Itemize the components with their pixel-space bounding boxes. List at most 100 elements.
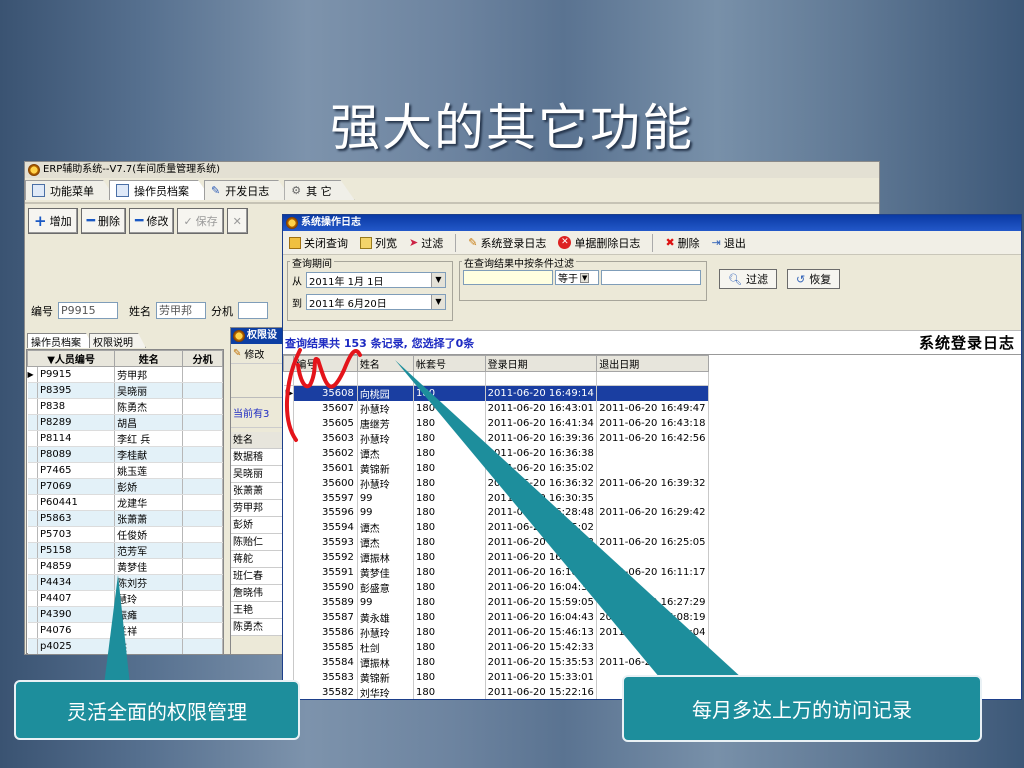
table-row[interactable]: P7465 姚玉莲 [27,462,223,479]
restore-button[interactable]: ↺ 恢复 [787,269,841,289]
filter-toolbar-button[interactable]: ➤ 过滤 [409,235,443,251]
table-row[interactable]: P5703 任俊娇 [27,526,223,543]
delete-button[interactable]: ━ 删除 [80,208,127,234]
tab-other[interactable]: ⚙ 其 它 [284,180,354,200]
save-button[interactable]: ✓ 保存 [177,208,224,234]
filter-field-select[interactable] [463,270,553,285]
table-row[interactable]: 35596 99 180 2011-06-20 16:28:48 2011-06-20 … [283,505,709,520]
log-col-header[interactable]: 登录日期 [484,355,598,372]
table-row[interactable]: P8114 李红 兵 [27,430,223,447]
from-date-picker[interactable]: 2011年 1月 1日 ▼ [306,272,446,288]
table-row[interactable]: P4407 慧玲 [27,590,223,607]
tab-dev-log[interactable]: ✎ 开发日志 [204,180,292,200]
perm-list-item[interactable]: 詹晓伟 [231,585,289,602]
table-row[interactable]: 35592 谭振林 180 2011-06-20 16:15:12 [283,550,709,565]
perm-list-item[interactable]: 数据稽 [231,449,289,466]
subtab-operator-records[interactable]: 操作员档案 [27,333,94,348]
table-row[interactable]: 35585 杜剑 180 2011-06-20 15:42:33 [283,639,709,655]
table-row[interactable]: 35594 谭杰 180 2011-06-20 16:25:02 [283,520,709,535]
perm-list-item[interactable]: 陈勇杰 [231,619,289,636]
table-row[interactable]: P7069 彭娇 [27,478,223,495]
table-row[interactable]: P4390 振瘫 [27,606,223,623]
table-row[interactable]: 35590 彭盛意 180 2011-06-20 16:04:31 [283,580,709,595]
table-row[interactable]: P5863 张萧萧 [27,510,223,527]
perm-col-header[interactable]: 姓名 [231,432,289,449]
subtab-permission-notes[interactable]: 权限说明 [89,333,146,348]
table-row[interactable]: P60441 龙建华 [27,494,223,511]
table-row[interactable]: P4076 兰祥 [27,622,223,639]
tab-operator-records[interactable]: 操作员档案 [109,180,212,200]
perm-list-item[interactable]: 劳甲邦 [231,500,289,517]
id-input[interactable]: P9915 [58,302,118,319]
filter-value-input[interactable] [601,270,701,285]
perm-list-item[interactable]: 彭娇 [231,517,289,534]
log-logout-cell [596,385,709,401]
perm-list-item[interactable]: 王艳 [231,602,289,619]
dropdown-arrow-icon: ▼ [580,272,590,283]
col-header-ext[interactable]: 分机 [182,350,223,367]
perm-list-item[interactable]: 班仁春 [231,568,289,585]
table-row[interactable]: P8289 胡昌 [27,414,223,431]
name-input[interactable]: 劳甲邦 [156,302,206,319]
table-row[interactable]: P838 陈勇杰 [27,398,223,415]
table-row[interactable]: P5158 范芳军 [27,542,223,559]
table-row[interactable]: 35607 孙慧玲 180 2011-06-20 16:43:01 2011-06-20… [283,401,709,416]
perm-list-item[interactable]: 张萧萧 [231,483,289,500]
table-row[interactable]: 35605 唐继芳 180 2011-06-20 16:41:34 2011-06-20… [283,416,709,431]
edit-button[interactable]: ━ 修改 [129,208,175,234]
table-row[interactable]: 35602 谭杰 180 2011-06-20 16:36:38 [283,446,709,461]
col-header-id[interactable]: ▼人员编号 [26,350,116,367]
table-row[interactable]: 35597 99 180 2011-06-20 16:30:35 [283,491,709,506]
cancel-button[interactable]: ✕ [226,208,248,234]
filter-cell[interactable] [596,371,709,386]
table-row[interactable]: 35587 黄永雄 180 2011-06-20 16:04:43 2011-06-20… [283,609,709,625]
delete-button[interactable]: ✖ 删除 [665,235,699,251]
filter-cell[interactable] [357,371,415,386]
filter-cell[interactable] [413,371,486,386]
perm-list-item[interactable]: 吴晓丽 [231,466,289,483]
login-log-button[interactable]: ✎ 系统登录日志 [468,235,546,251]
ext-input[interactable] [238,302,268,319]
filter-operator-select[interactable]: 等于 ▼ [555,270,599,285]
close-query-button[interactable]: 关闭查询 [289,235,348,251]
table-row[interactable]: 35584 谭振林 180 2011-06-20 15:35:53 2011-06-20… [283,654,709,670]
table-row[interactable]: P4434 陈刘芬 [27,574,223,591]
tab-function-menu[interactable]: 功能菜单 [25,180,117,200]
add-button[interactable]: + 增加 [28,208,78,234]
table-row[interactable]: P8395 吴晓丽 [27,382,223,399]
log-col-header[interactable]: 姓名 [356,355,415,372]
table-row[interactable]: 35586 孙慧玲 180 2011-06-20 15:46:13 2011-06-20… [283,624,709,640]
table-row[interactable]: ▶ 35608 向桃园 180 2011-06-20 16:49:14 [283,385,709,401]
table-row[interactable]: 35593 谭杰 180 2011-06-20 16:21:03 2011-06-20 … [283,535,709,550]
table-row[interactable]: P4859 黄梦佳 [27,558,223,575]
table-row[interactable]: 35600 孙慧玲 180 2011-06-20 16:36:32 2011-06-20… [283,476,709,491]
table-row[interactable]: P347杏珍 [28,655,223,656]
perm-list-item[interactable]: 陈贻仁 [231,534,289,551]
table-row[interactable]: 35589 99 180 2011-06-20 15:59:05 2011-06-20 … [283,595,709,610]
restore-icon: ↺ [796,272,806,286]
column-width-button[interactable]: 列宽 [360,235,397,251]
perm-list-item[interactable]: 蒋舵 [231,551,289,568]
operator-ext-cell [183,655,223,656]
col-header-name[interactable]: 姓名 [114,350,184,367]
filter-row[interactable] [283,371,709,386]
to-date-picker[interactable]: 2011年 6月20日 ▼ [306,294,446,310]
log-col-header[interactable]: 帐套号 [413,355,486,372]
exit-button[interactable]: ⇥ 退出 [712,235,746,251]
table-row[interactable]: P8089 李桂献 [27,446,223,463]
row-pointer-icon [27,382,38,399]
table-row[interactable]: ▶ P9915 劳甲邦 [27,366,223,383]
filter-cell[interactable] [283,371,295,386]
log-account-cell: 180 [413,535,486,550]
filter-cell[interactable] [293,371,358,386]
filter-cell[interactable] [485,371,598,386]
filter-button[interactable]: 🔍︎ 过滤 [719,269,777,289]
log-col-header[interactable]: 退出日期 [596,355,709,372]
table-row[interactable]: 35603 孙慧玲 180 2011-06-20 16:39:36 2011-06-20… [283,431,709,446]
table-row[interactable]: 35591 黄梦佳 180 2011-06-20 16:10:55 2011-06-20… [283,565,709,580]
log-col-header[interactable]: 编号 [293,355,358,372]
perm-edit-button[interactable]: ✎ 修改 [231,344,289,364]
table-row[interactable]: p4025 杰 [27,638,223,654]
table-row[interactable]: 35601 黄锦新 180 2011-06-20 16:35:02 [283,461,709,476]
delete-log-button[interactable]: ✕ 单据删除日志 [558,235,640,251]
